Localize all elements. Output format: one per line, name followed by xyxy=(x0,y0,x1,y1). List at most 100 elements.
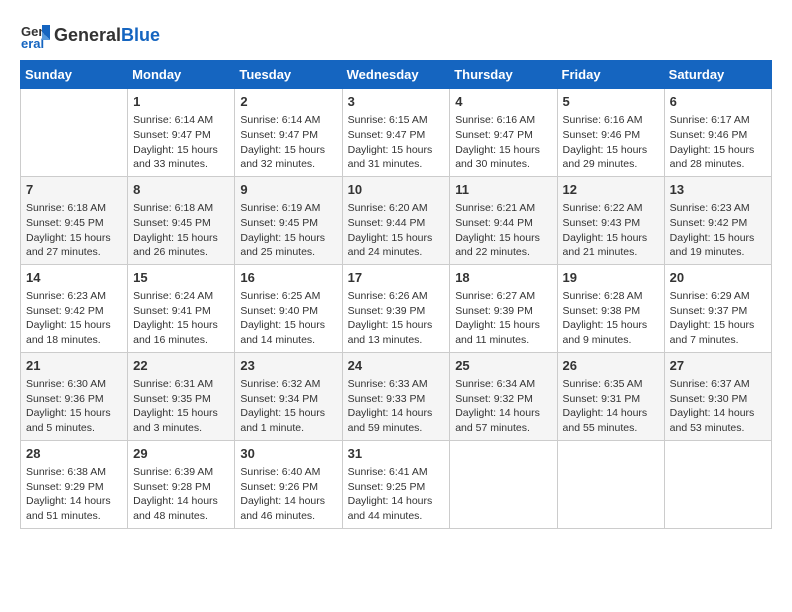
calendar-cell: 8 Sunrise: 6:18 AM Sunset: 9:45 PM Daylig… xyxy=(128,176,235,264)
cell-content: Sunrise: 6:17 AM Sunset: 9:46 PM Dayligh… xyxy=(670,113,766,172)
day-number: 1 xyxy=(133,93,229,111)
day-number: 8 xyxy=(133,181,229,199)
calendar-cell: 20 Sunrise: 6:29 AM Sunset: 9:37 PM Dayli… xyxy=(664,264,771,352)
calendar-week-row: 1 Sunrise: 6:14 AM Sunset: 9:47 PM Daylig… xyxy=(21,89,772,177)
day-number: 28 xyxy=(26,445,122,463)
calendar-cell: 26 Sunrise: 6:35 AM Sunset: 9:31 PM Dayli… xyxy=(557,352,664,440)
calendar-cell: 3Sunrise: 6:15 AM Sunset: 9:47 PM Daylig… xyxy=(342,89,450,177)
cell-content: Sunrise: 6:26 AM Sunset: 9:39 PM Dayligh… xyxy=(348,289,445,348)
cell-content: Sunrise: 6:15 AM Sunset: 9:47 PM Dayligh… xyxy=(348,113,445,172)
cell-content: Sunrise: 6:18 AM Sunset: 9:45 PM Dayligh… xyxy=(26,201,122,260)
page-header: Gen eral GeneralBlue xyxy=(20,20,772,50)
day-number: 7 xyxy=(26,181,122,199)
calendar-cell: 29Sunrise: 6:39 AM Sunset: 9:28 PM Dayli… xyxy=(128,440,235,528)
calendar-cell: 4 Sunrise: 6:16 AM Sunset: 9:47 PM Daylig… xyxy=(450,89,557,177)
calendar-cell: 2 Sunrise: 6:14 AM Sunset: 9:47 PM Daylig… xyxy=(235,89,342,177)
cell-content: Sunrise: 6:23 AM Sunset: 9:42 PM Dayligh… xyxy=(26,289,122,348)
day-number: 30 xyxy=(240,445,336,463)
calendar-cell: 12 Sunrise: 6:22 AM Sunset: 9:43 PM Dayli… xyxy=(557,176,664,264)
day-number: 9 xyxy=(240,181,336,199)
day-number: 22 xyxy=(133,357,229,375)
calendar-cell: 16 Sunrise: 6:25 AM Sunset: 9:40 PM Dayli… xyxy=(235,264,342,352)
svg-text:eral: eral xyxy=(21,36,44,50)
cell-content: Sunrise: 6:16 AM Sunset: 9:47 PM Dayligh… xyxy=(455,113,551,172)
calendar-cell: 1 Sunrise: 6:14 AM Sunset: 9:47 PM Daylig… xyxy=(128,89,235,177)
day-number: 27 xyxy=(670,357,766,375)
day-number: 31 xyxy=(348,445,445,463)
calendar-cell: 28 Sunrise: 6:38 AM Sunset: 9:29 PM Dayli… xyxy=(21,440,128,528)
day-number: 19 xyxy=(563,269,659,287)
cell-content: Sunrise: 6:28 AM Sunset: 9:38 PM Dayligh… xyxy=(563,289,659,348)
calendar-cell xyxy=(557,440,664,528)
cell-content: Sunrise: 6:27 AM Sunset: 9:39 PM Dayligh… xyxy=(455,289,551,348)
calendar-cell: 10 Sunrise: 6:20 AM Sunset: 9:44 PM Dayli… xyxy=(342,176,450,264)
calendar-cell xyxy=(450,440,557,528)
cell-content: Sunrise: 6:14 AM Sunset: 9:47 PM Dayligh… xyxy=(133,113,229,172)
cell-content: Sunrise: 6:39 AM Sunset: 9:28 PM Dayligh… xyxy=(133,465,229,524)
calendar-cell: 13 Sunrise: 6:23 AM Sunset: 9:42 PM Dayli… xyxy=(664,176,771,264)
cell-content: Sunrise: 6:22 AM Sunset: 9:43 PM Dayligh… xyxy=(563,201,659,260)
weekday-header-monday: Monday xyxy=(128,61,235,89)
day-number: 12 xyxy=(563,181,659,199)
cell-content: Sunrise: 6:25 AM Sunset: 9:40 PM Dayligh… xyxy=(240,289,336,348)
calendar-cell: 24Sunrise: 6:33 AM Sunset: 9:33 PM Dayli… xyxy=(342,352,450,440)
cell-content: Sunrise: 6:34 AM Sunset: 9:32 PM Dayligh… xyxy=(455,377,551,436)
calendar-cell: 17Sunrise: 6:26 AM Sunset: 9:39 PM Dayli… xyxy=(342,264,450,352)
cell-content: Sunrise: 6:32 AM Sunset: 9:34 PM Dayligh… xyxy=(240,377,336,436)
weekday-header-saturday: Saturday xyxy=(664,61,771,89)
cell-content: Sunrise: 6:14 AM Sunset: 9:47 PM Dayligh… xyxy=(240,113,336,172)
logo: Gen eral GeneralBlue xyxy=(20,20,160,50)
calendar-cell: 14 Sunrise: 6:23 AM Sunset: 9:42 PM Dayli… xyxy=(21,264,128,352)
day-number: 25 xyxy=(455,357,551,375)
calendar-cell: 23 Sunrise: 6:32 AM Sunset: 9:34 PM Dayli… xyxy=(235,352,342,440)
weekday-header-row: SundayMondayTuesdayWednesdayThursdayFrid… xyxy=(21,61,772,89)
cell-content: Sunrise: 6:30 AM Sunset: 9:36 PM Dayligh… xyxy=(26,377,122,436)
calendar-cell: 18 Sunrise: 6:27 AM Sunset: 9:39 PM Dayli… xyxy=(450,264,557,352)
cell-content: Sunrise: 6:40 AM Sunset: 9:26 PM Dayligh… xyxy=(240,465,336,524)
cell-content: Sunrise: 6:20 AM Sunset: 9:44 PM Dayligh… xyxy=(348,201,445,260)
day-number: 5 xyxy=(563,93,659,111)
cell-content: Sunrise: 6:33 AM Sunset: 9:33 PM Dayligh… xyxy=(348,377,445,436)
logo-general-text: General xyxy=(54,25,121,45)
day-number: 4 xyxy=(455,93,551,111)
day-number: 18 xyxy=(455,269,551,287)
day-number: 6 xyxy=(670,93,766,111)
logo-icon: Gen eral xyxy=(20,20,50,50)
cell-content: Sunrise: 6:31 AM Sunset: 9:35 PM Dayligh… xyxy=(133,377,229,436)
day-number: 2 xyxy=(240,93,336,111)
day-number: 13 xyxy=(670,181,766,199)
calendar-cell: 31 Sunrise: 6:41 AM Sunset: 9:25 PM Dayli… xyxy=(342,440,450,528)
weekday-header-thursday: Thursday xyxy=(450,61,557,89)
calendar-cell: 9Sunrise: 6:19 AM Sunset: 9:45 PM Daylig… xyxy=(235,176,342,264)
calendar-week-row: 21Sunrise: 6:30 AM Sunset: 9:36 PM Dayli… xyxy=(21,352,772,440)
calendar-cell: 22 Sunrise: 6:31 AM Sunset: 9:35 PM Dayli… xyxy=(128,352,235,440)
day-number: 26 xyxy=(563,357,659,375)
calendar-table: SundayMondayTuesdayWednesdayThursdayFrid… xyxy=(20,60,772,529)
calendar-cell xyxy=(21,89,128,177)
cell-content: Sunrise: 6:29 AM Sunset: 9:37 PM Dayligh… xyxy=(670,289,766,348)
calendar-cell: 21Sunrise: 6:30 AM Sunset: 9:36 PM Dayli… xyxy=(21,352,128,440)
day-number: 20 xyxy=(670,269,766,287)
cell-content: Sunrise: 6:38 AM Sunset: 9:29 PM Dayligh… xyxy=(26,465,122,524)
calendar-header: SundayMondayTuesdayWednesdayThursdayFrid… xyxy=(21,61,772,89)
day-number: 11 xyxy=(455,181,551,199)
calendar-cell: 11Sunrise: 6:21 AM Sunset: 9:44 PM Dayli… xyxy=(450,176,557,264)
day-number: 10 xyxy=(348,181,445,199)
day-number: 16 xyxy=(240,269,336,287)
day-number: 14 xyxy=(26,269,122,287)
calendar-week-row: 14 Sunrise: 6:23 AM Sunset: 9:42 PM Dayli… xyxy=(21,264,772,352)
weekday-header-tuesday: Tuesday xyxy=(235,61,342,89)
cell-content: Sunrise: 6:35 AM Sunset: 9:31 PM Dayligh… xyxy=(563,377,659,436)
cell-content: Sunrise: 6:24 AM Sunset: 9:41 PM Dayligh… xyxy=(133,289,229,348)
cell-content: Sunrise: 6:41 AM Sunset: 9:25 PM Dayligh… xyxy=(348,465,445,524)
calendar-cell: 5Sunrise: 6:16 AM Sunset: 9:46 PM Daylig… xyxy=(557,89,664,177)
calendar-cell: 19 Sunrise: 6:28 AM Sunset: 9:38 PM Dayli… xyxy=(557,264,664,352)
calendar-cell: 30 Sunrise: 6:40 AM Sunset: 9:26 PM Dayli… xyxy=(235,440,342,528)
calendar-cell: 15Sunrise: 6:24 AM Sunset: 9:41 PM Dayli… xyxy=(128,264,235,352)
cell-content: Sunrise: 6:18 AM Sunset: 9:45 PM Dayligh… xyxy=(133,201,229,260)
day-number: 23 xyxy=(240,357,336,375)
cell-content: Sunrise: 6:23 AM Sunset: 9:42 PM Dayligh… xyxy=(670,201,766,260)
calendar-cell: 7 Sunrise: 6:18 AM Sunset: 9:45 PM Daylig… xyxy=(21,176,128,264)
calendar-cell: 6 Sunrise: 6:17 AM Sunset: 9:46 PM Daylig… xyxy=(664,89,771,177)
calendar-body: 1 Sunrise: 6:14 AM Sunset: 9:47 PM Daylig… xyxy=(21,89,772,529)
